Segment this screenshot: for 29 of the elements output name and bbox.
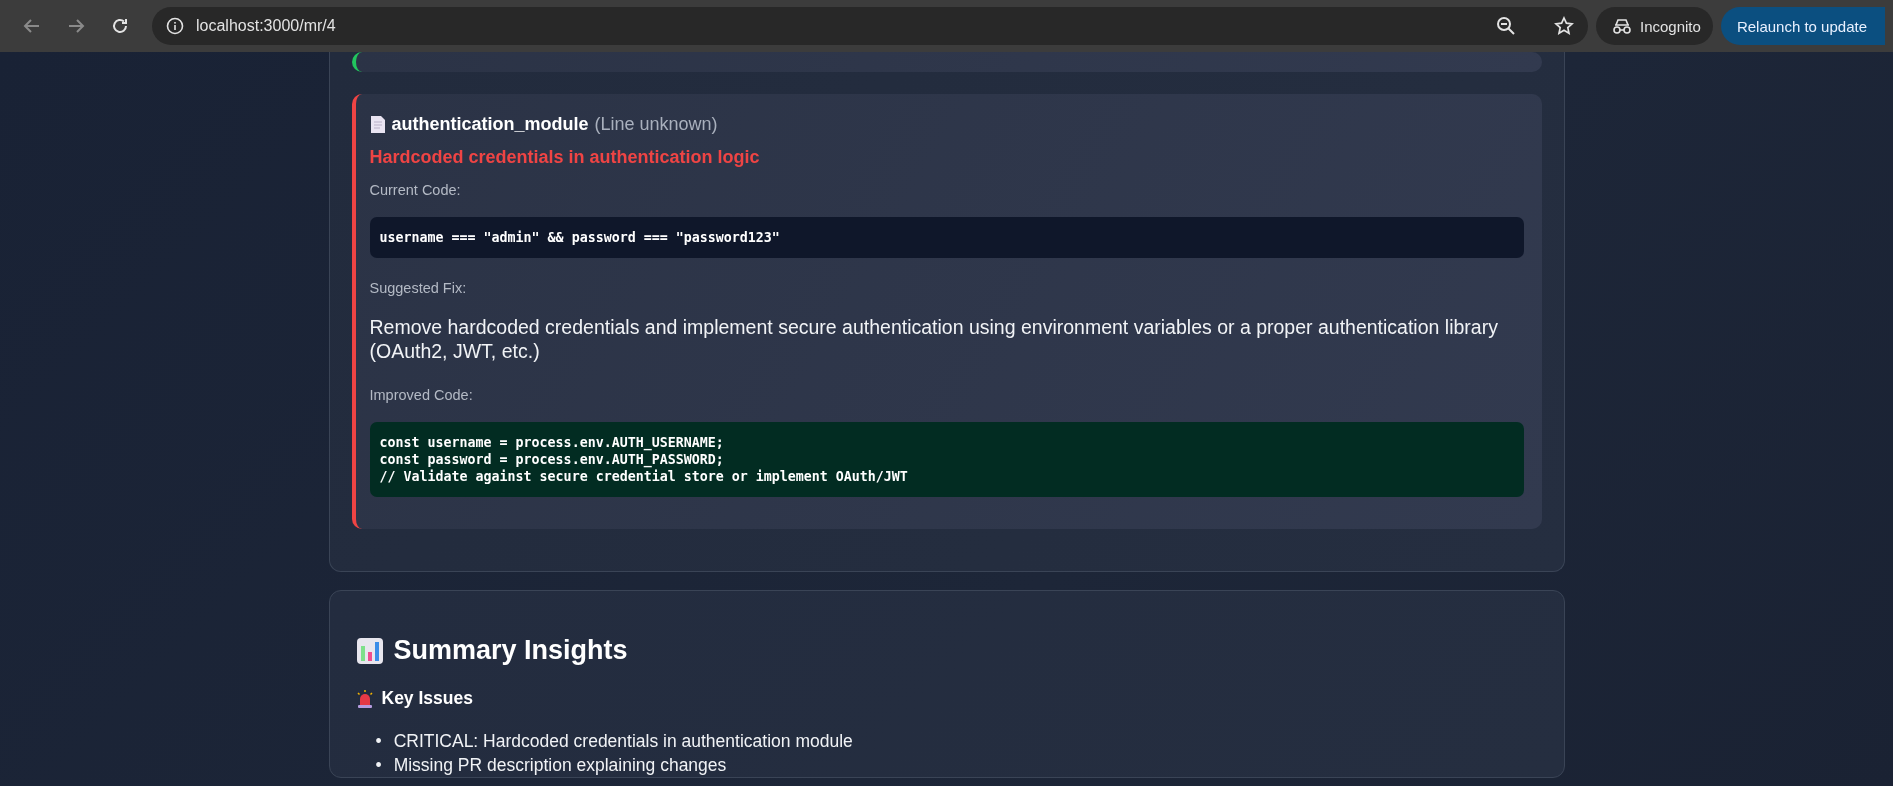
incognito-button[interactable]: Incognito [1596, 7, 1713, 45]
back-arrow-icon [23, 17, 41, 35]
zoom-out-icon [1496, 16, 1516, 36]
code-block: username === "admin" && password === "password123" [369, 217, 1524, 258]
file-name: authentication_module [391, 114, 589, 135]
document-icon [369, 115, 386, 134]
incognito-icon [1612, 18, 1632, 34]
section-label: Current Code: [369, 182, 462, 198]
list-item: CRITICAL: Hardcoded credentials in authentication module [393, 730, 853, 753]
fix-description: Remove hardcoded credentials and implement secure authentication using environment variables or a proper authentication library (OAuth2, JWT, etc.) [369, 315, 1499, 363]
address-bar[interactable]: localhost:3000/mr/4 [152, 7, 1588, 45]
issue-title: Hardcoded credentials in authentication logic [369, 147, 761, 168]
bar-chart-icon [355, 636, 384, 665]
subsection-heading: Key Issues [381, 688, 473, 709]
forward-arrow-icon [67, 17, 85, 35]
list-item: Missing PR description explaining changes [393, 754, 727, 777]
bullet: • [375, 754, 382, 777]
code-block: const username = process.env.AUTH_USERNAME; const password = process.env.AUTH_PASSWORD; // Validate against secure credential store or implement OAuth/JWT [369, 422, 1524, 497]
section-heading: Summary Insights [393, 635, 628, 666]
section-label: Improved Code: [369, 387, 474, 403]
line-info: (Line unknown) [594, 114, 718, 135]
section-label: Suggested Fix: [369, 280, 468, 296]
bullet: • [375, 730, 382, 753]
reload-icon [111, 17, 129, 35]
siren-icon [355, 689, 374, 708]
star-icon [1554, 16, 1574, 36]
info-icon [166, 17, 184, 35]
relaunch-button[interactable]: Relaunch to update [1720, 7, 1885, 45]
url-text: localhost:3000/mr/4 [196, 17, 337, 35]
